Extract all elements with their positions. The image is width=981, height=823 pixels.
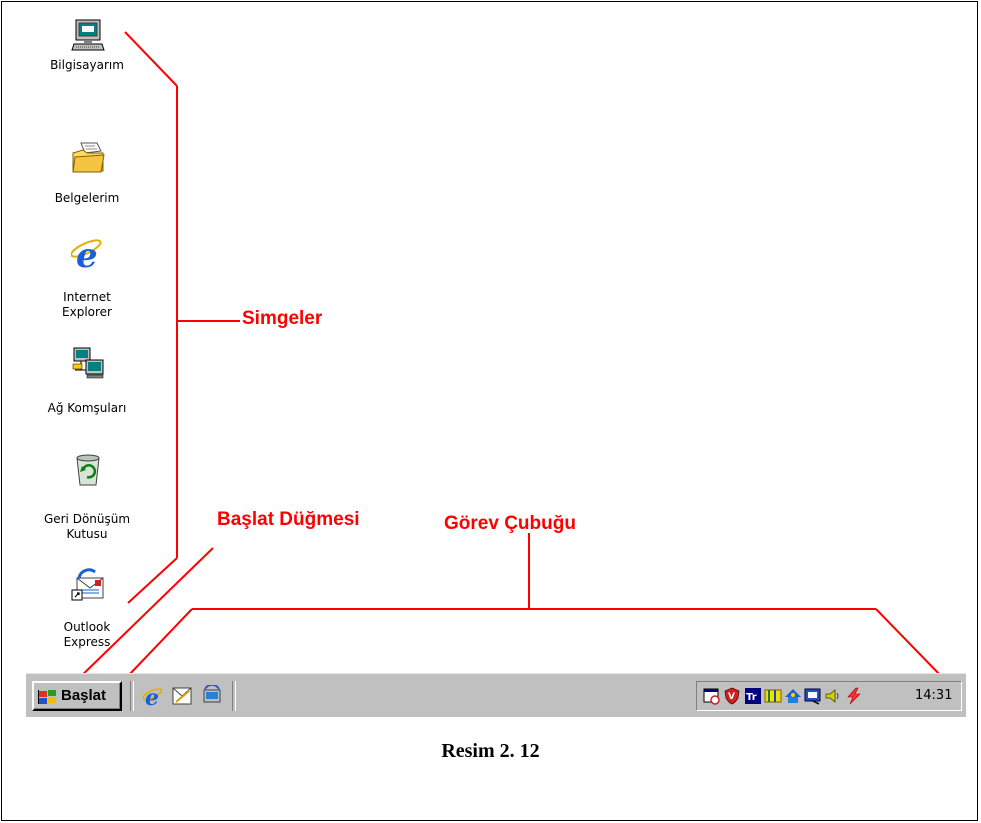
language-tr-icon[interactable]: Tr (744, 687, 762, 705)
simgeler-bracket-top (124, 31, 178, 87)
simgeler-bracket-bottom (127, 557, 178, 604)
volume-icon[interactable] (824, 687, 842, 705)
taskbar-separator (232, 681, 236, 711)
gorev-bracket-left (127, 608, 193, 677)
gorev-bracket-right (875, 608, 945, 680)
internet-explorer-icon[interactable]: e (142, 685, 164, 707)
baslat-pointer-outer (73, 547, 214, 684)
annotation-baslat-dugmesi: Başlat Düğmesi (217, 509, 360, 530)
keyboard-icon[interactable] (764, 687, 782, 705)
power-icon[interactable] (845, 687, 863, 705)
antivirus-icon[interactable]: V (723, 687, 741, 705)
svg-text:Tr: Tr (746, 692, 757, 703)
start-button[interactable]: Başlat (32, 681, 122, 711)
show-desktop-icon[interactable] (201, 685, 223, 707)
figure-caption: Resim 2. 12 (441, 740, 540, 762)
taskbar-clock[interactable]: 14:31 (915, 688, 952, 703)
windows-logo-icon (38, 690, 56, 704)
start-button-label: Başlat (61, 687, 107, 704)
taskbar-separator (130, 681, 134, 711)
annotation-gorev-cubugu: Görev Çubuğu (444, 513, 576, 534)
network-icon[interactable] (784, 687, 802, 705)
scheduler-icon[interactable] (703, 687, 721, 705)
display-icon[interactable] (804, 687, 822, 705)
outlook-express-icon[interactable] (171, 685, 193, 707)
taskbar[interactable]: Başlat e V Tr 14:31 (26, 673, 966, 717)
svg-text:V: V (728, 692, 735, 702)
annotation-simgeler: Simgeler (242, 308, 323, 329)
svg-text:e: e (145, 685, 159, 707)
system-tray: V Tr 14:31 (696, 681, 962, 711)
